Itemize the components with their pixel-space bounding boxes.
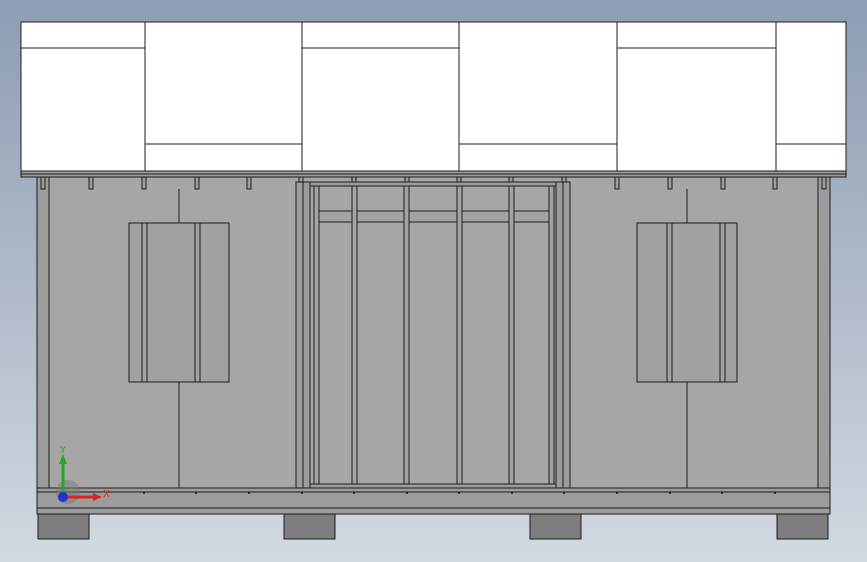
- foot-block: [37, 513, 90, 540]
- left-window: [128, 222, 230, 383]
- bolt: [195, 492, 197, 494]
- floor-base: [36, 487, 831, 515]
- bolt: [458, 492, 460, 494]
- rafter-tail: [614, 176, 620, 190]
- door-stud: [403, 185, 410, 489]
- feet: [37, 513, 829, 540]
- x-axis-label: X: [103, 489, 110, 500]
- window-frame: [636, 222, 738, 383]
- eave-beam: [20, 170, 847, 178]
- rafter-tail: [772, 176, 778, 190]
- rafter-tail: [88, 176, 94, 190]
- bolt: [143, 492, 145, 494]
- foot-block: [283, 513, 336, 540]
- corner-post-right: [817, 176, 831, 491]
- door-stud: [351, 185, 358, 489]
- sill-plate: [36, 507, 831, 515]
- rafter-tail: [194, 176, 200, 190]
- bolt: [721, 492, 723, 494]
- rafter-tail: [667, 176, 673, 190]
- corner-post-left: [36, 176, 50, 491]
- door-stud: [508, 185, 515, 489]
- bolt: [563, 492, 565, 494]
- bolt: [406, 492, 408, 494]
- window-frame: [128, 222, 230, 383]
- door-header: [313, 210, 553, 223]
- bolt: [511, 492, 513, 494]
- bolt: [616, 492, 618, 494]
- door-sill: [309, 483, 557, 489]
- door-stud: [456, 185, 463, 489]
- y-axis-label: Y: [59, 445, 67, 456]
- bolt: [353, 492, 355, 494]
- rafter-tail: [821, 176, 827, 190]
- foot-block: [529, 513, 582, 540]
- rafter-tail: [141, 176, 147, 190]
- door-stud: [313, 185, 320, 489]
- cabin-model-front-view[interactable]: Y X: [0, 0, 867, 562]
- bolt: [248, 492, 250, 494]
- door-stud: [548, 185, 555, 489]
- bolt: [774, 492, 776, 494]
- rafter-tail: [720, 176, 726, 190]
- foot-block: [776, 513, 829, 540]
- cad-viewport[interactable]: Y X: [0, 0, 867, 562]
- roof: [20, 21, 847, 172]
- rafter-tail: [246, 176, 252, 190]
- bolt: [669, 492, 671, 494]
- floor-beam: [36, 487, 831, 509]
- z-axis-dot: [58, 492, 68, 502]
- bolt: [301, 492, 303, 494]
- right-window: [636, 222, 738, 383]
- door-head-plate: [309, 181, 557, 187]
- rafter-tail: [40, 176, 46, 190]
